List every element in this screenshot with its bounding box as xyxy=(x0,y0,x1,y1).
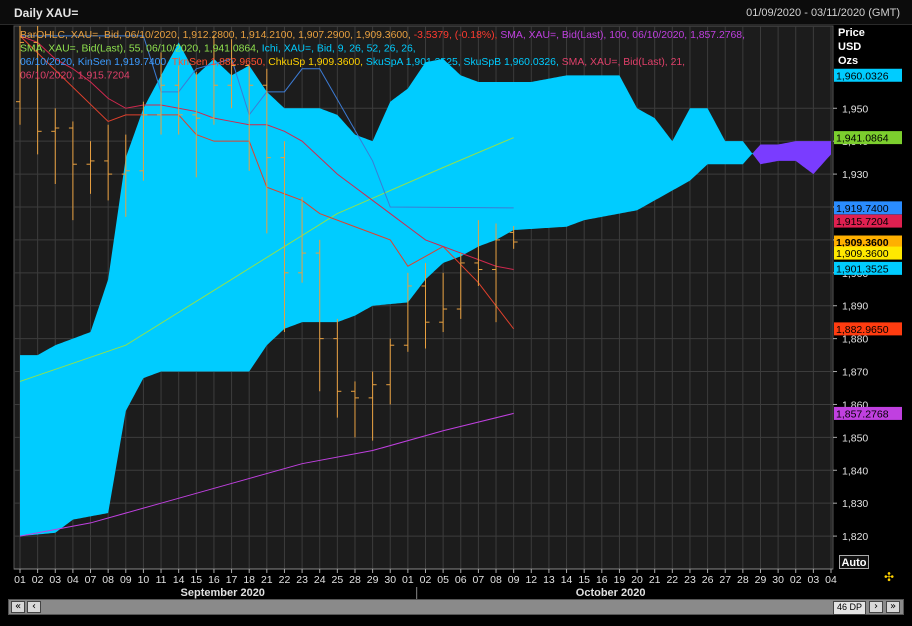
scroll-next-button[interactable]: › xyxy=(869,601,883,613)
chart-window: Daily XAU= 01/09/2020 - 03/11/2020 (GMT)… xyxy=(0,0,912,626)
x-tick-label: 20 xyxy=(631,574,643,586)
x-tick-label: 07 xyxy=(85,574,97,586)
x-tick-label: 21 xyxy=(649,574,661,586)
x-tick-label: 23 xyxy=(296,574,308,586)
y-tick-label: 1,830 xyxy=(842,498,868,510)
x-tick-label: 28 xyxy=(349,574,361,586)
legend-span: SkuSpA 1,901.3525, SkuSpB 1,960.0326, xyxy=(366,57,562,68)
scroll-first-button[interactable]: « xyxy=(11,601,25,613)
value-tag-label: 1,857.2768 xyxy=(836,408,889,420)
legend-line: 06/10/2020, 1,915.7204 xyxy=(20,71,130,82)
x-tick-label: 03 xyxy=(808,574,820,586)
x-tick-label: 08 xyxy=(490,574,502,586)
x-tick-label: 11 xyxy=(156,574,167,586)
y-tick-label: 1,870 xyxy=(842,367,868,379)
x-tick-label: 18 xyxy=(243,574,255,586)
x-tick-label: 25 xyxy=(332,574,344,586)
scroll-prev-button[interactable]: ‹ xyxy=(27,601,41,613)
x-tick-label: 03 xyxy=(49,574,61,586)
legend-span: ChkuSp 1,909.3600, xyxy=(268,57,366,68)
value-tag-label: 1,960.0326 xyxy=(836,70,889,82)
x-tick-label: 28 xyxy=(737,574,749,586)
legend-span: 06/10/2020, 1,915.7204 xyxy=(20,71,130,82)
value-tag-label: 1,882.9650 xyxy=(836,324,889,336)
x-tick-label: 23 xyxy=(684,574,696,586)
x-tick-label: 29 xyxy=(367,574,379,586)
data-points-label[interactable]: 46 DP xyxy=(833,601,867,615)
legend-span: BarOHLC, XAU=, Bid, 06/10/2020, 1,912.28… xyxy=(20,30,414,41)
value-tag-label: 1,901.3525 xyxy=(836,263,889,275)
x-tick-label: 22 xyxy=(279,574,291,586)
x-tick-label: 09 xyxy=(120,574,132,586)
x-tick-label: 27 xyxy=(719,574,731,586)
x-tick-label: 04 xyxy=(825,574,837,586)
x-tick-label: 01 xyxy=(14,574,26,586)
scroll-last-button[interactable]: » xyxy=(886,601,900,613)
x-tick-label: 30 xyxy=(772,574,784,586)
month-label: October 2020 xyxy=(576,587,646,599)
x-tick-label: 04 xyxy=(67,574,79,586)
x-tick-label: 02 xyxy=(790,574,802,586)
crosshair-icon[interactable]: ✣ xyxy=(884,570,894,584)
x-tick-label: 17 xyxy=(226,574,238,586)
time-scrollbar[interactable]: « ‹ 46 DP › » xyxy=(8,599,904,615)
x-tick-label: 24 xyxy=(314,574,326,586)
legend-span: SMA, XAU=, Bid(Last), 55, 06/10/2020, 1,… xyxy=(20,44,262,55)
x-tick-label: 09 xyxy=(508,574,520,586)
x-tick-label: 15 xyxy=(190,574,202,586)
x-tick-label: 13 xyxy=(543,574,555,586)
axis-unit-label: Ozs xyxy=(838,55,858,67)
y-tick-label: 1,930 xyxy=(842,169,868,181)
x-tick-label: 02 xyxy=(32,574,44,586)
y-tick-label: 1,850 xyxy=(842,432,868,444)
x-tick-label: 01 xyxy=(402,574,414,586)
x-tick-label: 19 xyxy=(614,574,626,586)
price-chart[interactable]: BarOHLC, XAU=, Bid, 06/10/2020, 1,912.28… xyxy=(0,24,912,599)
x-tick-label: 05 xyxy=(437,574,449,586)
x-tick-label: 06 xyxy=(455,574,467,586)
legend-line: 06/10/2020, KinSen 1,919.7400, TknSen 1,… xyxy=(20,57,685,68)
value-tag-label: 1,915.7204 xyxy=(836,216,889,228)
value-tag-label: 1,909.3600 xyxy=(836,248,889,260)
value-tag-label: 1,941.0864 xyxy=(836,133,889,145)
auto-scale-button[interactable]: Auto xyxy=(839,555,869,569)
axis-currency-label: USD xyxy=(838,41,861,53)
y-tick-label: 1,890 xyxy=(842,301,868,313)
date-range: 01/09/2020 - 03/11/2020 (GMT) xyxy=(746,7,900,19)
x-tick-label: 26 xyxy=(702,574,714,586)
y-tick-label: 1,950 xyxy=(842,103,868,115)
axis-price-label: Price xyxy=(838,27,865,39)
x-tick-label: 16 xyxy=(208,574,220,586)
legend-line: BarOHLC, XAU=, Bid, 06/10/2020, 1,912.28… xyxy=(20,30,745,41)
legend-span: TknSen 1,882.9650, xyxy=(172,57,268,68)
x-tick-label: 08 xyxy=(102,574,114,586)
legend-span: KinSen 1,919.7400, xyxy=(78,57,172,68)
x-tick-label: 16 xyxy=(596,574,608,586)
x-tick-label: 10 xyxy=(138,574,150,586)
price-axis: PriceUSDOzs1,8201,8301,8401,8501,8601,87… xyxy=(833,27,868,543)
chart-title: Daily XAU= xyxy=(14,6,79,20)
x-tick-label: 14 xyxy=(561,574,573,586)
x-tick-label: 07 xyxy=(473,574,485,586)
x-tick-label: 02 xyxy=(420,574,432,586)
x-tick-label: 30 xyxy=(384,574,396,586)
legend-span: SMA, XAU=, Bid(Last), 21, xyxy=(562,57,685,68)
y-tick-label: 1,820 xyxy=(842,531,868,543)
legend-line: SMA, XAU=, Bid(Last), 55, 06/10/2020, 1,… xyxy=(20,44,416,55)
value-tag-label: 1,919.7400 xyxy=(836,203,889,215)
month-label: September 2020 xyxy=(181,587,265,599)
y-tick-label: 1,840 xyxy=(842,465,868,477)
legend-span: SMA, XAU=, Bid(Last), 100, 06/10/2020, 1… xyxy=(500,30,745,41)
x-tick-label: 22 xyxy=(666,574,678,586)
date-axis: 01 02 03 04 07 08 09 10 11 14 15 16 17 18 21 22 23 24 25 28… xyxy=(14,568,837,599)
x-tick-label: 14 xyxy=(173,574,185,586)
legend-span: 06/10/2020, xyxy=(20,57,78,68)
title-bar: Daily XAU= 01/09/2020 - 03/11/2020 (GMT) xyxy=(0,0,912,25)
x-tick-label: 29 xyxy=(755,574,767,586)
legend-span: -3.5379, (-0.18%), xyxy=(414,30,501,41)
x-tick-label: 21 xyxy=(261,574,273,586)
x-tick-label: 15 xyxy=(578,574,590,586)
legend-span: Ichi, XAU=, Bid, 9, 26, 52, 26, 26, xyxy=(262,44,416,55)
x-tick-label: 12 xyxy=(525,574,537,586)
